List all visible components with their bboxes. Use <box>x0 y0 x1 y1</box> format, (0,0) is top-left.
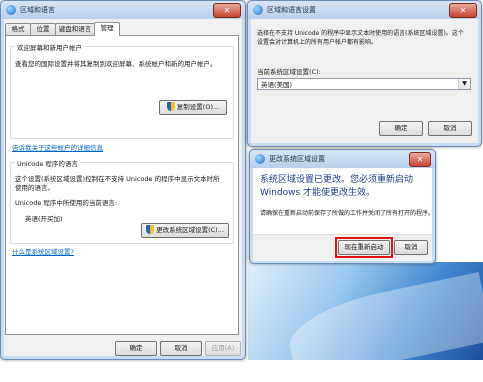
ok-button[interactable]: 确定 <box>115 341 157 356</box>
unicode-description-2: 使用的语言。 <box>15 184 54 192</box>
region-language-window: 区域和语言 ✕ 格式 位置 键盘和语言 管理 欢迎屏幕和新用户帐户 查看您的国际… <box>0 0 246 360</box>
copy-settings-label: 复制设置(O)... <box>176 103 220 111</box>
restart-message-line-1: 系统区域设置已更改。您必须重新启动 <box>260 175 414 185</box>
window-title: 区域和语言 <box>20 6 55 14</box>
cancel-button[interactable]: 取消 <box>160 341 202 356</box>
apply-button[interactable]: 应用(A) <box>205 341 241 356</box>
current-language-value: 英语(开买加) <box>25 215 63 223</box>
cancel-button[interactable]: 取消 <box>394 240 428 255</box>
close-icon[interactable]: ✕ <box>409 152 431 167</box>
admin-tab-panel: 欢迎屏幕和新用户帐户 查看您的国际设置并将其复制到欢迎屏幕、系统帐户和新的用户帐… <box>5 35 239 335</box>
change-locale-window: 更改系统区域设置 ✕ 系统区域设置已更改。您必须重新启动 Windows 才能使… <box>249 149 436 264</box>
welcome-group-title: 欢迎屏幕和新用户帐户 <box>15 42 84 52</box>
desktop-background <box>248 262 483 360</box>
restart-dialog-title: 更改系统区域设置 <box>269 155 325 163</box>
locale-dialog-description-2: 设置会对计算机上的所有用户帐户都有影响。 <box>257 39 378 46</box>
restart-dialog-client: 系统区域设置已更改。您必须重新启动 Windows 才能使更改生效。 请确保在重… <box>253 168 435 261</box>
close-icon[interactable]: ✕ <box>449 3 477 18</box>
locale-dialog-title: 区域和语言设置 <box>267 6 316 14</box>
restart-button-highlight <box>335 237 393 258</box>
current-language-label: Unicode 程序中所使用的当前语言: <box>15 199 118 207</box>
change-system-locale-button[interactable]: 更改系统区域设置(C)... <box>141 223 229 238</box>
locale-dialog-client: 选择在不支持 Unicode 的程序中显示文本时使用的语言(系统区域设置)。这个… <box>251 19 478 143</box>
titlebar: 区域和语言 ✕ <box>1 1 245 19</box>
accounts-info-link[interactable]: 告诉我关于这些帐户的详细信息 <box>12 142 103 152</box>
tab-keyboards[interactable]: 键盘和语言 <box>55 23 95 35</box>
unicode-group: Unicode 程序的语言 这个设置(系统区域设置)控制在不支持 Unicode… <box>10 158 234 244</box>
copy-settings-button[interactable]: 复制设置(O)... <box>159 100 227 115</box>
window-client: 格式 位置 键盘和语言 管理 欢迎屏幕和新用户帐户 查看您的国际设置并将其复制到… <box>4 19 242 356</box>
welcome-description: 查看您的国际设置并将其复制到欢迎屏幕、系统帐户和新的用户帐户。 <box>15 60 217 68</box>
tab-administrative[interactable]: 管理 <box>94 22 120 36</box>
cancel-button[interactable]: 取消 <box>428 121 472 136</box>
ok-button[interactable]: 确定 <box>379 121 423 136</box>
titlebar: 区域和语言设置 ✕ <box>248 1 481 19</box>
locale-dialog-description-1: 选择在不支持 Unicode 的程序中显示文本时使用的语言(系统区域设置)。这个 <box>257 30 464 37</box>
current-locale-label: 当前系统区域设置(C): <box>257 68 321 76</box>
restart-message-line-2: Windows 才能使更改生效。 <box>260 188 376 198</box>
close-icon[interactable]: ✕ <box>213 3 241 18</box>
welcome-group: 欢迎屏幕和新用户帐户 查看您的国际设置并将其复制到欢迎屏幕、系统帐户和新的用户帐… <box>10 42 234 139</box>
unicode-group-title: Unicode 程序的语言 <box>15 158 80 168</box>
change-system-locale-label: 更改系统区域设置(C)... <box>156 226 224 234</box>
restart-note: 请确保在重新启动前保存了所做的工作并关闭了所有打开的程序。 <box>260 210 435 217</box>
tab-location[interactable]: 位置 <box>30 23 56 35</box>
system-locale-select[interactable]: 英语(美国) ▼ <box>257 78 471 90</box>
system-locale-help-link[interactable]: 什么是系统区域设置? <box>12 246 74 256</box>
globe-icon <box>253 5 263 15</box>
chevron-down-icon[interactable]: ▼ <box>458 79 470 89</box>
shield-icon <box>166 102 175 111</box>
titlebar: 更改系统区域设置 ✕ <box>250 150 435 168</box>
system-locale-value: 英语(美国) <box>261 81 293 89</box>
shield-icon <box>146 225 155 234</box>
globe-icon <box>6 5 16 15</box>
globe-icon <box>255 154 265 164</box>
tab-formats[interactable]: 格式 <box>5 23 31 35</box>
locale-settings-window: 区域和语言设置 ✕ 选择在不支持 Unicode 的程序中显示文本时使用的语言(… <box>247 0 482 147</box>
